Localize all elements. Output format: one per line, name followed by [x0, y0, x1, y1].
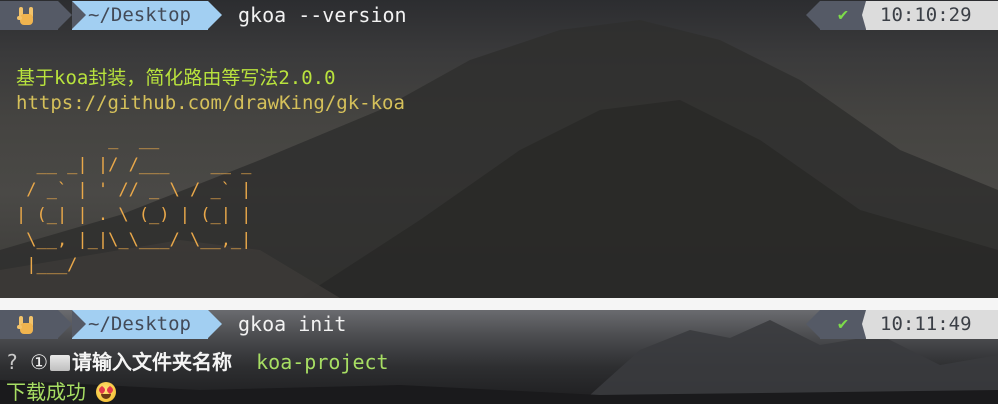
prompt-user-segment — [0, 310, 72, 339]
version-slogan: 基于koa封装，简化路由等写法2.0.0 — [16, 67, 336, 89]
terminal-window: ~/Desktop gkoa --version ✔ 10:10:29 基于ko… — [0, 0, 998, 404]
checkmark-icon: ✔ — [837, 314, 849, 334]
checkmark-icon: ✔ — [837, 5, 849, 25]
folder-name-input[interactable]: koa-project — [256, 350, 388, 374]
folder-name-prompt: ? ① 请输入文件夹名称 koa-project — [6, 346, 389, 375]
prompt-bar: ~/Desktop gkoa init ✔ 10:11:49 — [0, 310, 998, 339]
terminal-pane-top[interactable]: ~/Desktop gkoa --version ✔ 10:10:29 基于ko… — [0, 0, 998, 298]
prompt-user-segment — [0, 1, 72, 30]
question-mark: ? — [6, 350, 19, 374]
pane-divider[interactable] — [0, 298, 998, 310]
prompt-directory: ~/Desktop — [72, 310, 222, 339]
prompt-label: 请输入文件夹名称 — [72, 350, 233, 374]
prompt-time: 10:10:29 — [862, 1, 998, 30]
terminal-pane-bottom[interactable]: ~/Desktop gkoa init ✔ 10:11:49 ? ① 请输入文件夹… — [0, 310, 998, 404]
result-message: 下载成功 — [6, 380, 86, 404]
command-text: gkoa --version — [238, 3, 407, 27]
circled-number-icon: ① — [30, 350, 49, 374]
command-text: gkoa init — [238, 312, 347, 336]
heart-eyes-emoji-icon — [96, 382, 116, 402]
prompt-directory: ~/Desktop — [72, 1, 222, 30]
rock-on-hand-icon — [17, 316, 33, 334]
status-segment: ✔ — [806, 310, 866, 339]
status-segment: ✔ — [806, 1, 866, 30]
prompt-bar: ~/Desktop gkoa --version ✔ 10:10:29 — [0, 1, 998, 30]
ascii-art-logo: _ __ __ _| |/ /___ __ _ / _` | ' // _ \ … — [16, 130, 252, 275]
rock-on-hand-icon — [17, 7, 33, 25]
prompt-time: 10:11:49 — [862, 310, 998, 339]
repo-url: https://github.com/drawKing/gk-koa — [16, 92, 405, 114]
folder-icon — [50, 355, 71, 371]
download-result: 下载成功 — [6, 376, 116, 404]
